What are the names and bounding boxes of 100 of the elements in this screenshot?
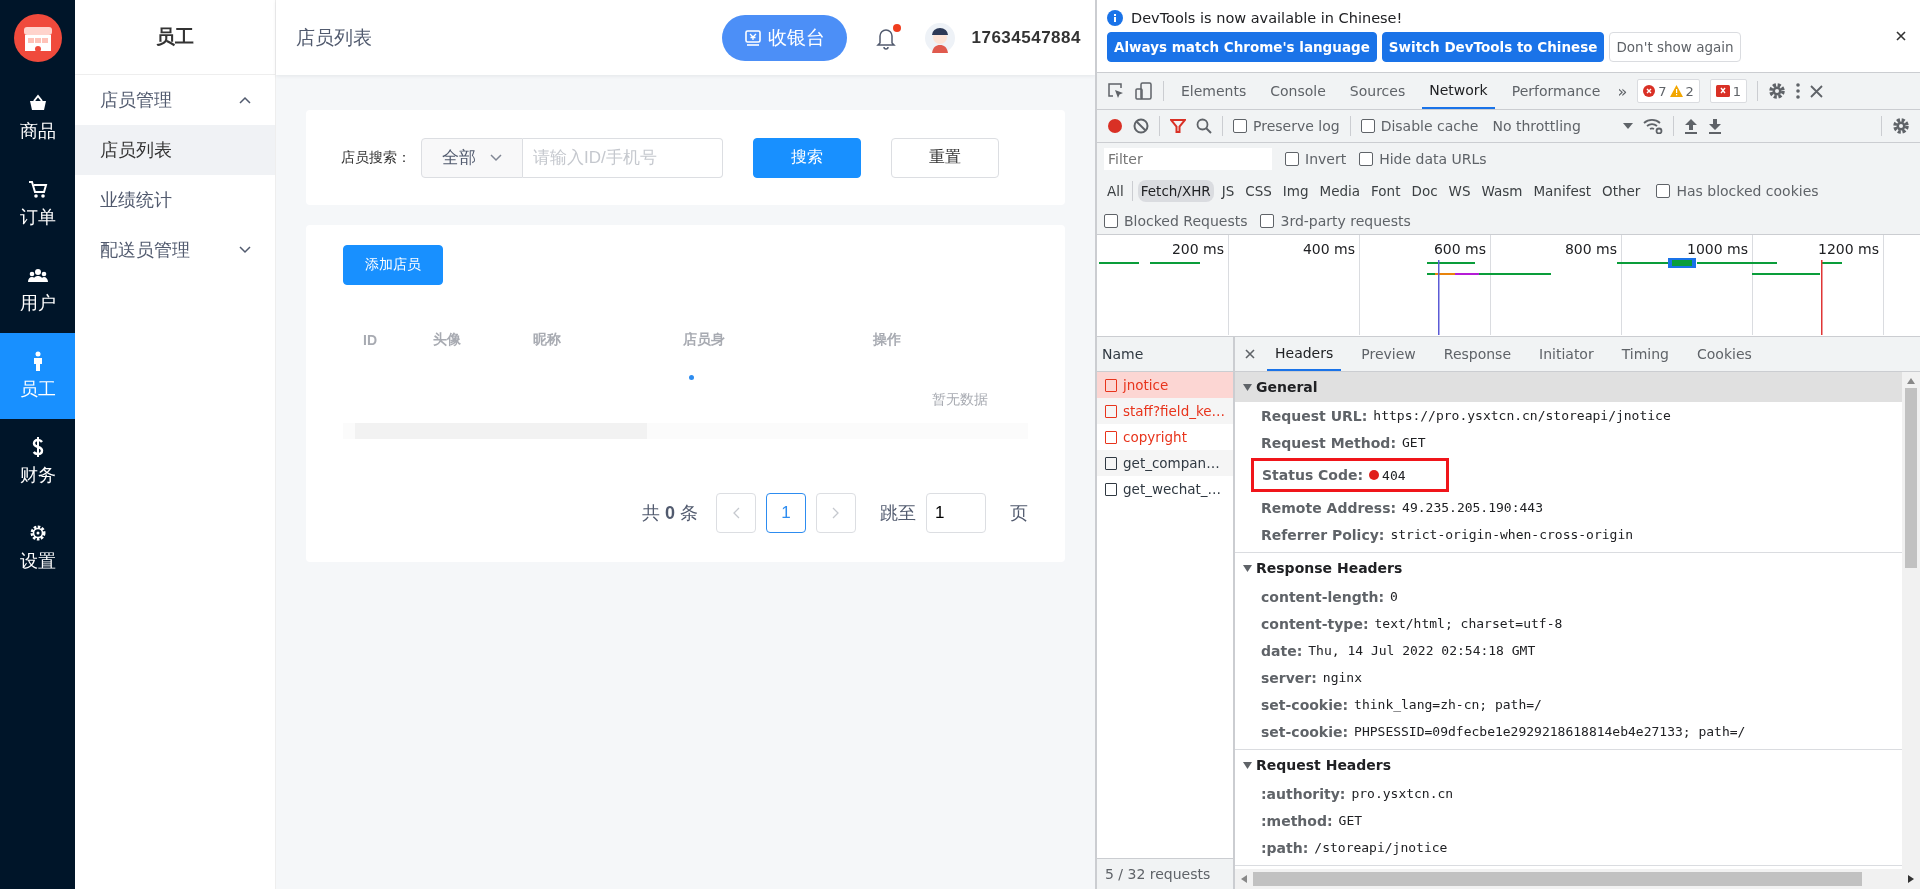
nav-item[interactable]: 订单 — [0, 161, 75, 247]
request-row[interactable]: get_wechat_… — [1097, 476, 1233, 502]
scroll-thumb[interactable] — [1253, 872, 1862, 886]
notice-button[interactable]: Switch DevTools to Chinese — [1381, 32, 1605, 62]
blocked-cookies-checkbox[interactable]: Has blocked cookies — [1656, 183, 1819, 200]
name-column-header[interactable]: Name — [1097, 337, 1233, 372]
upload-icon[interactable] — [1683, 118, 1698, 134]
more-options-icon[interactable] — [1796, 83, 1801, 99]
network-conditions-icon[interactable] — [1642, 118, 1663, 134]
devtools-tab[interactable]: Sources — [1342, 73, 1413, 109]
close-icon[interactable] — [1896, 31, 1906, 41]
scroll-left-icon[interactable] — [1241, 875, 1247, 883]
section-header[interactable]: Response Headers — [1235, 553, 1902, 583]
type-filter[interactable]: WS — [1445, 180, 1474, 203]
section-header[interactable]: Request Headers — [1235, 750, 1902, 780]
type-filter[interactable]: Img — [1279, 180, 1312, 203]
notice-button[interactable]: Don't show again — [1609, 32, 1741, 62]
page-field[interactable]: 1 — [926, 493, 986, 533]
type-filter[interactable]: All — [1104, 180, 1127, 203]
scope-select[interactable]: 全部 — [421, 137, 523, 178]
request-row[interactable]: get_compan… — [1097, 450, 1233, 476]
disable-cache-checkbox[interactable]: Disable cache — [1360, 118, 1479, 134]
inspect-icon[interactable] — [1107, 82, 1125, 100]
time-tick: 400 ms — [1301, 241, 1356, 257]
type-filter[interactable]: Font — [1368, 180, 1404, 203]
header-value: /storeapi/jnotice — [1314, 840, 1448, 855]
header-name: set-cookie: — [1261, 696, 1349, 713]
nav-item[interactable]: 用户 — [0, 247, 75, 333]
notification-icon[interactable] — [875, 25, 898, 50]
warning-count: 2 — [1685, 83, 1694, 99]
blocked-requests-checkbox[interactable]: Blocked Requests — [1104, 212, 1248, 229]
type-filter[interactable]: Other — [1599, 180, 1644, 203]
empty-text: 暂无数据 — [931, 391, 989, 409]
type-filter[interactable]: Wasm — [1478, 180, 1526, 203]
type-filter[interactable]: Fetch/XHR — [1137, 180, 1214, 203]
scrollbar[interactable] — [1235, 869, 1920, 889]
invert-checkbox[interactable]: Invert — [1285, 151, 1347, 168]
request-row[interactable]: staff?field_ke… — [1097, 398, 1233, 424]
throttling-select[interactable]: No throttling — [1492, 118, 1633, 134]
scrollbar[interactable] — [1902, 372, 1920, 869]
notice-button[interactable]: Always match Chrome's language — [1107, 32, 1377, 62]
type-filter[interactable]: Doc — [1408, 180, 1441, 203]
user-phone[interactable]: 17634547884 — [971, 27, 1081, 48]
request-row[interactable]: copyright — [1097, 424, 1233, 450]
nav-item[interactable]: 财务 — [0, 419, 75, 505]
scroll-right-icon[interactable] — [1908, 875, 1914, 883]
column-header: 头像 — [433, 331, 462, 349]
third-party-checkbox[interactable]: 3rd-party requests — [1260, 212, 1411, 229]
section-header[interactable]: General — [1235, 372, 1902, 402]
detail-tab[interactable]: Response — [1435, 337, 1520, 371]
scroll-thumb[interactable] — [1905, 388, 1917, 568]
devtools-tab[interactable]: Console — [1263, 73, 1333, 109]
filter-field[interactable]: Filter — [1104, 148, 1272, 171]
register-icon — [744, 28, 763, 47]
type-filter[interactable]: CSS — [1242, 180, 1275, 203]
info-icon — [1107, 10, 1123, 26]
basket-icon — [27, 93, 48, 113]
total-count: 共 0 条 — [641, 502, 698, 525]
hide-data-urls-checkbox[interactable]: Hide data URLs — [1359, 151, 1487, 168]
menu-item[interactable]: 店员列表 — [75, 125, 275, 175]
header-value: GET — [1402, 435, 1426, 450]
reset-button[interactable]: 重置 — [891, 137, 999, 178]
devtools-tab[interactable]: Elements — [1174, 73, 1254, 109]
menu-group[interactable]: 店员管理 — [75, 75, 275, 125]
time-tick: 200 ms — [1170, 241, 1225, 257]
detail-tab[interactable]: Preview — [1353, 337, 1424, 371]
console-counts[interactable]: 7 2 — [1637, 79, 1700, 103]
close-icon[interactable] — [1810, 84, 1824, 98]
menu-group[interactable]: 配送员管理 — [75, 225, 275, 275]
search-field[interactable]: 请输入ID/手机号 — [523, 137, 723, 178]
settings-icon[interactable] — [1768, 82, 1787, 100]
detail-tab[interactable]: Cookies — [1689, 337, 1760, 371]
preserve-log-checkbox[interactable]: Preserve log — [1233, 118, 1340, 134]
type-filter[interactable]: Manifest — [1530, 180, 1595, 203]
devtools-tab[interactable]: Performance — [1504, 73, 1608, 109]
nav-item[interactable]: 商品 — [0, 75, 75, 161]
scroll-up-icon[interactable] — [1907, 378, 1915, 384]
sidebar-title: 员工 — [75, 0, 275, 75]
clear-icon[interactable] — [1133, 118, 1149, 134]
more-tabs-button[interactable]: » — [1617, 81, 1628, 101]
issues-counter[interactable]: 1 — [1709, 79, 1748, 103]
chevron-left-icon — [732, 507, 740, 519]
type-filter[interactable]: Media — [1316, 180, 1364, 203]
search-label: 店员搜索： — [341, 148, 411, 167]
avatar-icon[interactable] — [925, 22, 956, 53]
download-icon[interactable] — [1707, 118, 1722, 134]
detail-tab[interactable]: Timing — [1613, 337, 1677, 371]
column-header: 操作 — [873, 331, 902, 349]
record-icon[interactable] — [1107, 118, 1123, 134]
menu-item[interactable]: 业绩统计 — [75, 175, 275, 225]
header-name: Remote Address: — [1261, 499, 1397, 516]
device-icon[interactable] — [1135, 82, 1153, 100]
search-icon[interactable] — [1196, 118, 1212, 134]
header-value: think_lang=zh-cn; path=/ — [1354, 697, 1542, 712]
nav-item[interactable]: 设置 — [0, 505, 75, 591]
type-filter[interactable]: JS — [1218, 180, 1238, 203]
detail-tab[interactable]: Initiator — [1531, 337, 1602, 371]
settings-icon[interactable] — [1892, 117, 1910, 135]
close-icon[interactable] — [1245, 349, 1255, 359]
filter-icon[interactable] — [1170, 118, 1186, 134]
